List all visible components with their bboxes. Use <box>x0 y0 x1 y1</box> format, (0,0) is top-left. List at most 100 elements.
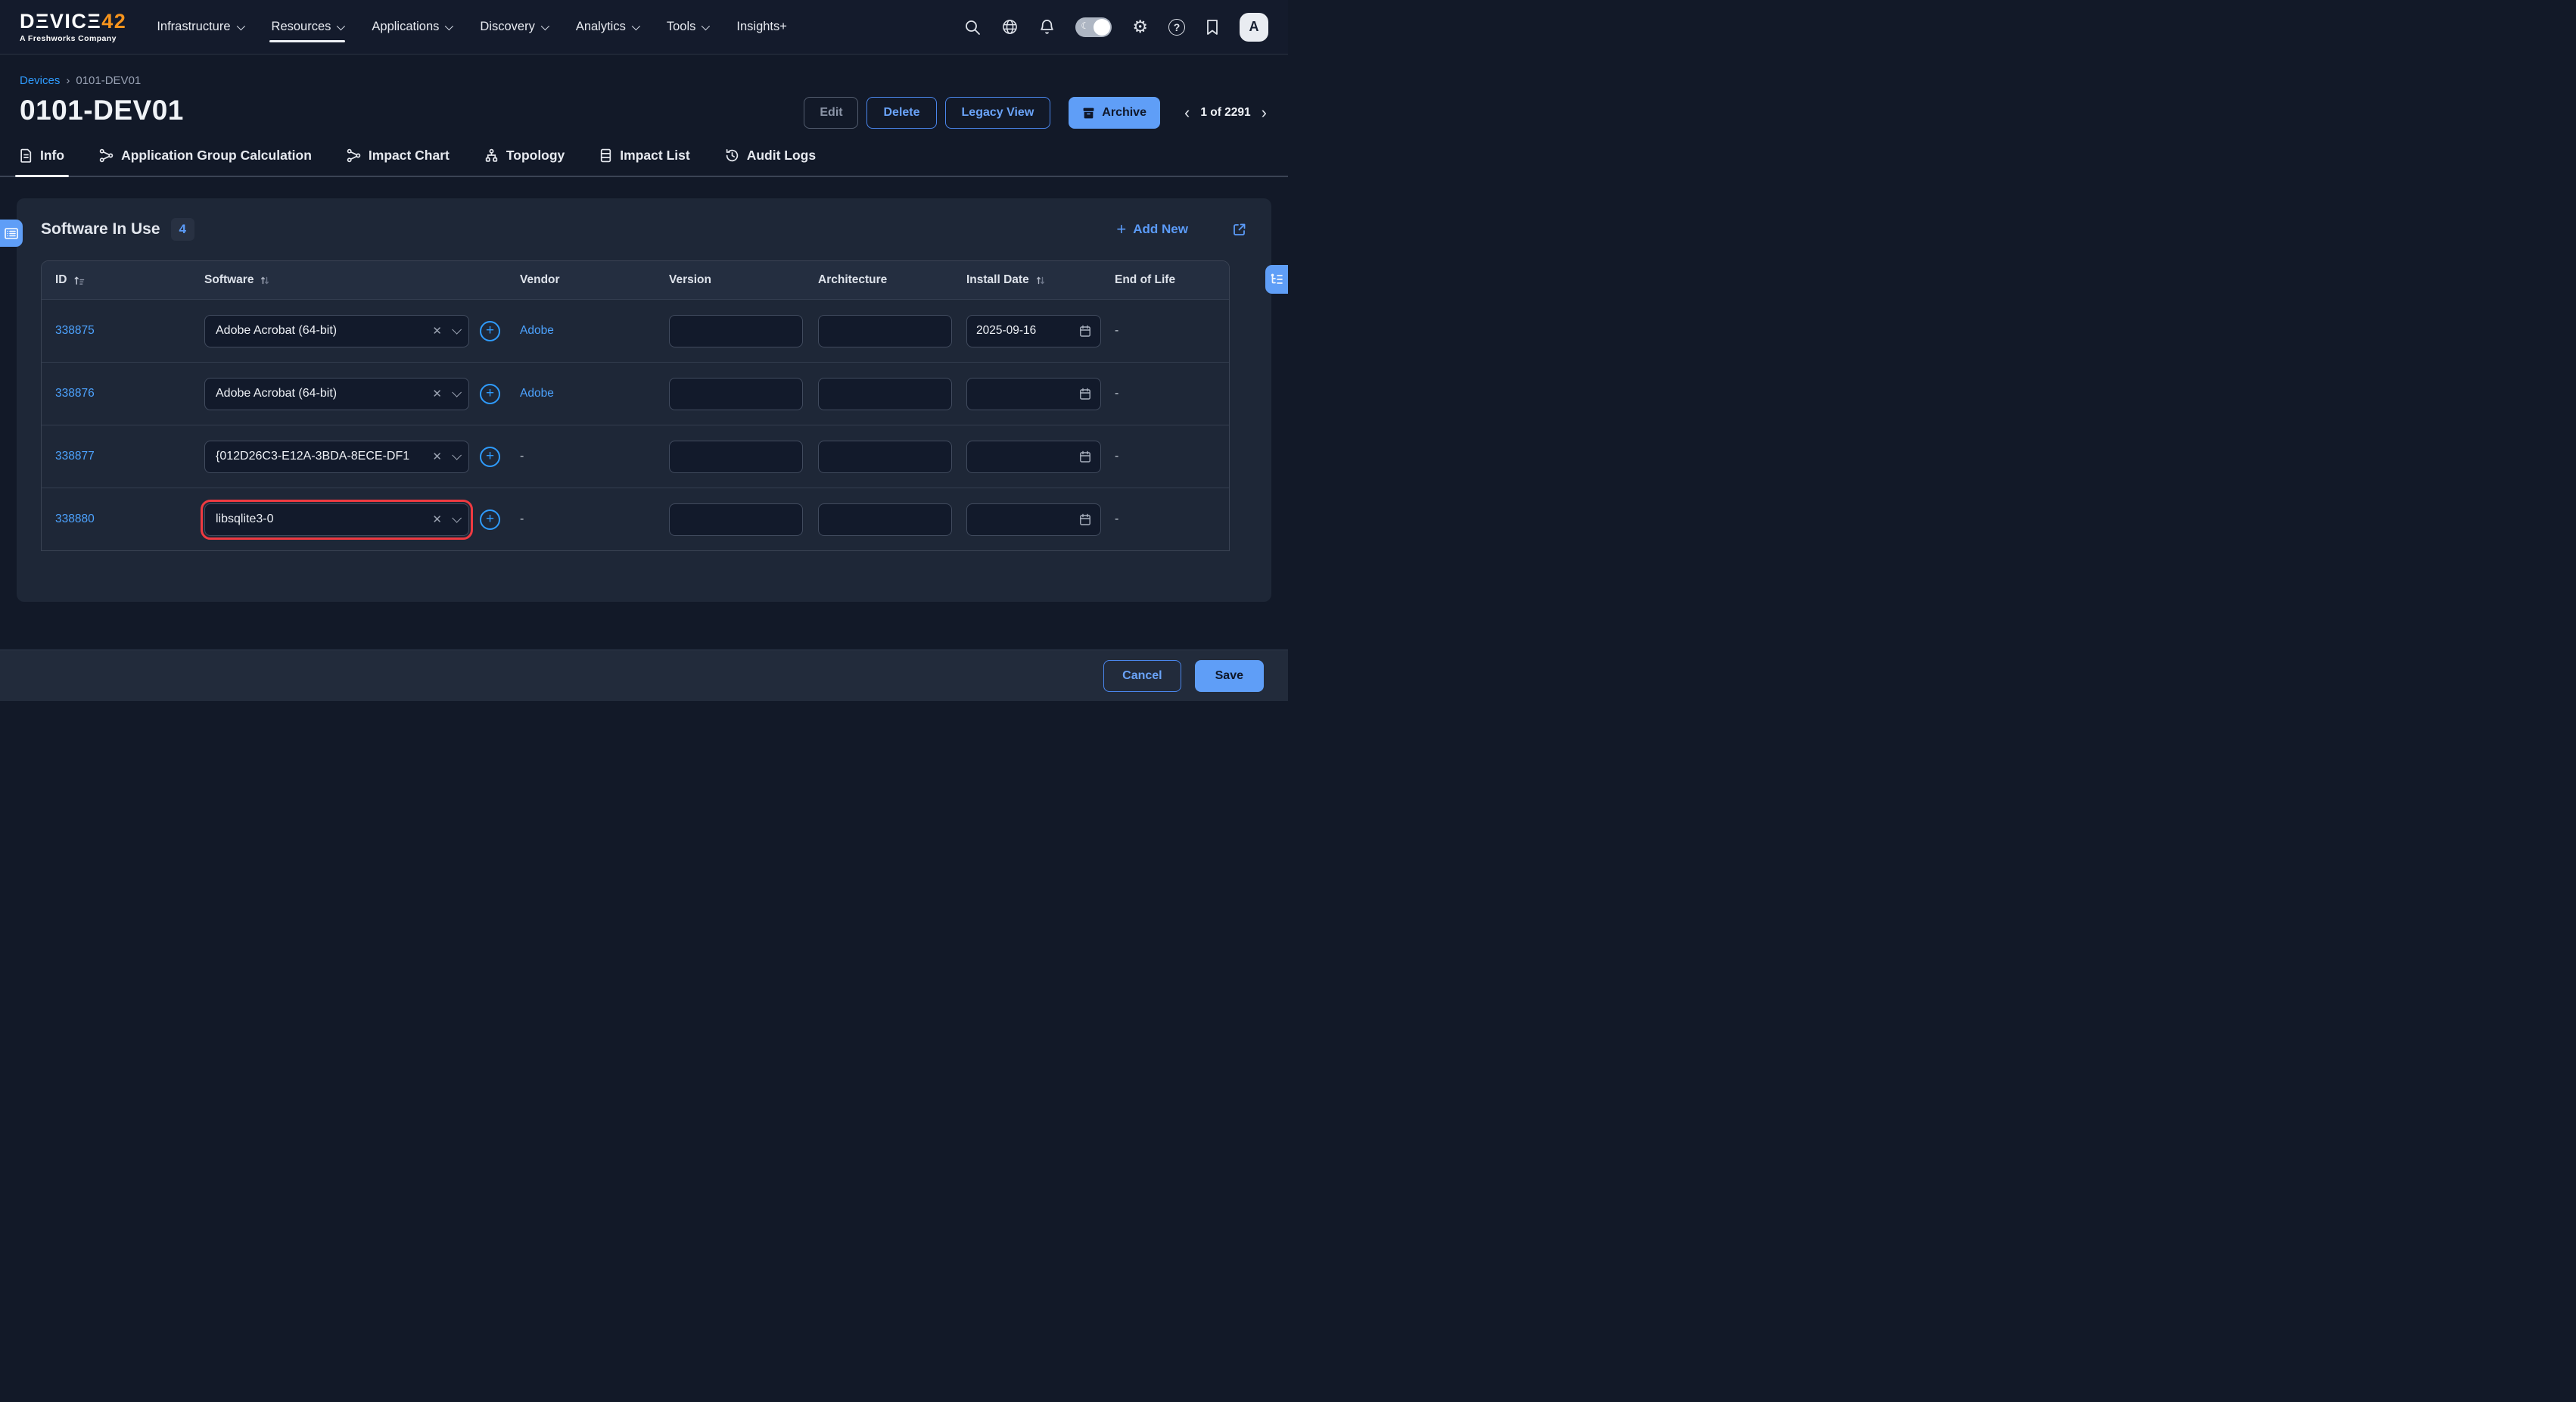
architecture-input[interactable] <box>818 315 952 347</box>
architecture-input[interactable] <box>818 503 952 536</box>
clear-icon[interactable]: ✕ <box>432 387 442 400</box>
nav-menu: Infrastructure Resources Applications Di… <box>157 9 787 45</box>
column-header-id[interactable]: ID <box>42 273 204 287</box>
software-id-link[interactable]: 338877 <box>55 450 95 463</box>
calendar-icon[interactable] <box>1079 388 1091 400</box>
moon-icon: ☾ <box>1081 20 1089 31</box>
save-button[interactable]: Save <box>1195 660 1264 692</box>
help-icon[interactable]: ? <box>1168 19 1185 36</box>
version-input[interactable] <box>669 378 803 410</box>
calendar-icon[interactable] <box>1079 450 1091 463</box>
software-select[interactable]: Adobe Acrobat (64-bit) ✕ <box>204 315 469 347</box>
nav-item-resources[interactable]: Resources <box>272 9 344 45</box>
settings-gear-icon[interactable]: ⚙ <box>1132 18 1148 36</box>
add-software-button[interactable]: + <box>480 321 500 341</box>
notifications-bell-icon[interactable] <box>1039 18 1055 36</box>
install-date-input[interactable] <box>966 378 1101 410</box>
nav-item-analytics[interactable]: Analytics <box>576 9 638 45</box>
chevron-down-icon[interactable] <box>452 513 462 523</box>
logo-tagline: A Freshworks Company <box>20 34 126 43</box>
open-external-icon[interactable] <box>1232 222 1247 237</box>
clear-icon[interactable]: ✕ <box>432 513 442 526</box>
nav-item-tools[interactable]: Tools <box>667 9 708 45</box>
cancel-button[interactable]: Cancel <box>1103 660 1181 692</box>
nav-item-applications[interactable]: Applications <box>372 9 451 45</box>
record-pager: ‹ 1 of 2291 › <box>1183 104 1268 121</box>
legacy-view-button[interactable]: Legacy View <box>945 97 1051 129</box>
calendar-icon[interactable] <box>1079 325 1091 338</box>
software-table-header: ID Software Vendor Version Architecture … <box>42 261 1229 299</box>
chevron-down-icon[interactable] <box>452 450 462 460</box>
software-id-link[interactable]: 338880 <box>55 513 95 525</box>
version-input[interactable] <box>669 503 803 536</box>
calendar-icon[interactable] <box>1079 513 1091 526</box>
right-tree-drawer-toggle[interactable] <box>1265 265 1288 294</box>
breadcrumb-separator: › <box>66 74 70 87</box>
add-software-button[interactable]: + <box>480 447 500 467</box>
column-header-architecture: Architecture <box>818 273 966 287</box>
table-row: 338876 Adobe Acrobat (64-bit) ✕ + Adobe <box>42 362 1229 425</box>
bookmark-icon[interactable] <box>1206 19 1219 36</box>
search-icon[interactable] <box>964 19 981 36</box>
vendor-link[interactable]: Adobe <box>520 387 554 400</box>
nav-item-insights[interactable]: Insights+ <box>736 9 787 45</box>
tab-info[interactable]: Info <box>20 140 64 176</box>
toggle-knob <box>1094 19 1110 36</box>
chevron-down-icon <box>445 21 453 30</box>
software-select-highlighted[interactable]: libsqlite3-0 ✕ <box>204 503 469 536</box>
tree-list-icon <box>1271 273 1283 285</box>
edit-button[interactable]: Edit <box>804 97 858 129</box>
left-detail-drawer-toggle[interactable] <box>0 220 23 247</box>
architecture-input[interactable] <box>818 441 952 473</box>
install-date-input[interactable] <box>966 441 1101 473</box>
chevron-down-icon <box>541 21 549 30</box>
sort-ascending-icon <box>73 275 85 286</box>
clear-icon[interactable]: ✕ <box>432 324 442 338</box>
clear-icon[interactable]: ✕ <box>432 450 442 463</box>
column-header-install-date[interactable]: Install Date <box>966 273 1115 287</box>
column-header-version: Version <box>669 273 818 287</box>
add-software-button[interactable]: + <box>480 384 500 404</box>
page-header: Devices › 0101-DEV01 0101-DEV01 Edit Del… <box>0 55 1288 126</box>
install-date-input[interactable]: 2025-09-16 <box>966 315 1101 347</box>
software-id-link[interactable]: 338876 <box>55 387 95 400</box>
pager-next-icon[interactable]: › <box>1260 104 1268 121</box>
tab-impact-chart[interactable]: Impact Chart <box>347 140 450 176</box>
tab-audit-logs[interactable]: Audit Logs <box>725 140 816 176</box>
add-new-button[interactable]: + Add New <box>1116 221 1188 238</box>
nav-item-discovery[interactable]: Discovery <box>480 9 546 45</box>
software-in-use-panel: Software In Use 4 + Add New ID Software … <box>17 198 1271 602</box>
top-navigation: DΞVICΞ42 A Freshworks Company Infrastruc… <box>0 0 1288 55</box>
theme-toggle[interactable]: ☾ <box>1075 17 1112 37</box>
software-select[interactable]: {012D26C3-E12A-3BDA-8ECE-DF1 ✕ <box>204 441 469 473</box>
chevron-down-icon[interactable] <box>452 325 462 335</box>
end-of-life-value: - <box>1115 324 1118 337</box>
tab-application-group-calculation[interactable]: Application Group Calculation <box>99 140 312 176</box>
breadcrumb-devices-link[interactable]: Devices <box>20 74 60 87</box>
breadcrumb-current: 0101-DEV01 <box>76 74 141 87</box>
add-software-button[interactable]: + <box>480 509 500 530</box>
delete-button[interactable]: Delete <box>866 97 936 129</box>
globe-icon[interactable] <box>1001 18 1019 36</box>
end-of-life-value: - <box>1115 450 1118 463</box>
vendor-link[interactable]: Adobe <box>520 324 554 337</box>
tab-impact-list[interactable]: Impact List <box>599 140 689 176</box>
archive-button[interactable]: Archive <box>1069 97 1160 129</box>
software-select[interactable]: Adobe Acrobat (64-bit) ✕ <box>204 378 469 410</box>
list-table-icon <box>599 148 612 163</box>
column-header-software[interactable]: Software <box>204 273 520 287</box>
chevron-down-icon <box>702 21 710 30</box>
architecture-input[interactable] <box>818 378 952 410</box>
chevron-down-icon[interactable] <box>452 388 462 397</box>
user-avatar[interactable]: A <box>1240 13 1268 42</box>
version-input[interactable] <box>669 441 803 473</box>
device42-logo[interactable]: DΞVICΞ42 A Freshworks Company <box>20 11 126 43</box>
chevron-down-icon <box>632 21 640 30</box>
nav-item-infrastructure[interactable]: Infrastructure <box>157 9 242 45</box>
install-date-input[interactable] <box>966 503 1101 536</box>
software-id-link[interactable]: 338875 <box>55 324 95 337</box>
tab-topology[interactable]: Topology <box>484 140 565 176</box>
table-row: 338877 {012D26C3-E12A-3BDA-8ECE-DF1 ✕ + … <box>42 425 1229 488</box>
pager-prev-icon[interactable]: ‹ <box>1183 104 1191 121</box>
version-input[interactable] <box>669 315 803 347</box>
